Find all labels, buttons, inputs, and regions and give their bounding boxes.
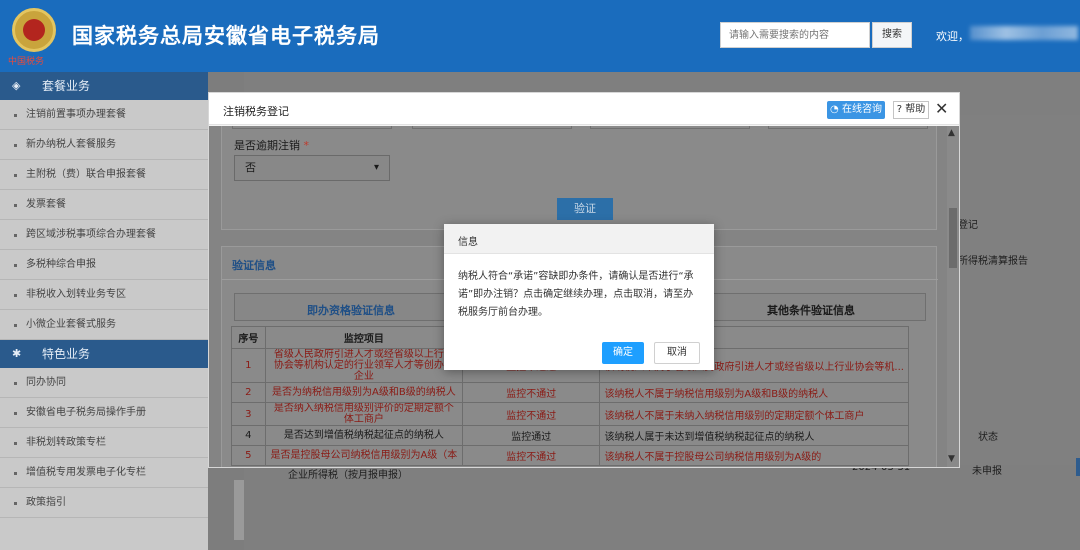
sidebar: ◈ 套餐业务注销前置事项办理套餐 新办纳税人套餐服务 主附税（费）联合申报套餐 发票套餐… bbox=[0, 72, 208, 550]
sidebar-item[interactable]: 非税收入划转业务专区 bbox=[0, 280, 208, 310]
row-result: 监控通过 bbox=[462, 425, 601, 446]
row-result: 监控不通过 bbox=[462, 402, 601, 426]
dialog-title: 注销税务登记 bbox=[223, 105, 289, 118]
dialog-header: 注销税务登记 ◔ 在线咨询 ? 帮助 ✕ bbox=[209, 93, 959, 125]
help-button[interactable]: ? 帮助 bbox=[893, 101, 929, 119]
package-icon: ◈ bbox=[12, 79, 21, 92]
row-item: 是否是控股母公司纳税信用级别为A级（本 bbox=[264, 445, 464, 466]
background-panel bbox=[958, 115, 1080, 465]
row-result: 监控不通过 bbox=[462, 445, 601, 466]
sidebar-scrollbar[interactable] bbox=[234, 480, 244, 540]
row-desc: 该纳税人属于未达到增值税纳税起征点的纳税人 bbox=[599, 425, 909, 446]
modal-title: 信息 bbox=[458, 237, 478, 248]
cancel-button[interactable]: 取消 bbox=[654, 342, 700, 364]
table-row: 3 是否纳入纳税信用级别评价的定期定额个体工商户 监控不通过 该纳税人不属于未纳入纳税… bbox=[231, 402, 909, 426]
bg-status-header: 状态 bbox=[978, 432, 998, 443]
consult-label: 在线咨询 bbox=[841, 104, 882, 115]
sidebar-category-0[interactable]: ◈ 套餐业务 bbox=[0, 72, 208, 100]
table-row: 2 是否为纳税信用级别为A级和B级的纳税人 监控不通过 该纳税人不属于纳税信用级别为A… bbox=[231, 382, 909, 403]
row-item: 省级人民政府引进人才或经省级以上行业协会等机构认定的行业领军人才等创办的企业 bbox=[264, 348, 464, 383]
sidebar-item[interactable]: 增值税专用发票电子化专栏 bbox=[0, 458, 208, 488]
row-index: 2 bbox=[231, 382, 266, 403]
ghost-input-3[interactable] bbox=[590, 126, 750, 129]
chevron-down-icon: ▾ bbox=[373, 162, 379, 173]
confirm-button[interactable]: 确定 bbox=[602, 342, 644, 364]
welcome-text: 欢迎， bbox=[936, 30, 969, 43]
info-modal: 信息 纳税人符合“承诺”容缺即办条件，请确认是否进行“承诺”即办注销？点击确定继… bbox=[444, 224, 714, 370]
row-desc: 该纳税人不属于未纳入纳税信用级别的定期定额个体工商户 bbox=[599, 402, 909, 426]
row-index: 5 bbox=[231, 445, 266, 466]
row-item: 是否达到增值税纳税起征点的纳税人 bbox=[264, 425, 464, 446]
search-button[interactable]: 搜索 bbox=[872, 22, 912, 48]
bg-settle-label: 所得税清算报告 bbox=[958, 256, 1028, 267]
verify-button[interactable]: 验证 bbox=[557, 198, 613, 220]
ghost-input-2[interactable] bbox=[412, 126, 572, 129]
result-title: 验证信息 bbox=[232, 259, 276, 272]
sidebar-item[interactable]: 主附税（费）联合申报套餐 bbox=[0, 160, 208, 190]
sidebar-category-1[interactable]: ✱ 特色业务 bbox=[0, 340, 208, 368]
row-index: 1 bbox=[231, 348, 266, 383]
row-desc: 该纳税人不属于控股母公司纳税信用级别为A级的 bbox=[599, 445, 909, 466]
row-desc: 该纳税人不属于纳税信用级别为A级和B级的纳税人 bbox=[599, 382, 909, 403]
sidebar-item[interactable]: 发票套餐 bbox=[0, 190, 208, 220]
emblem-caption: 中国税务 bbox=[8, 57, 45, 67]
modal-header: 信息 bbox=[444, 224, 714, 254]
headset-icon: ◔ bbox=[830, 104, 842, 115]
sidebar-item[interactable]: 同办协同 bbox=[0, 368, 208, 398]
table-row: 5 是否是控股母公司纳税信用级别为A级（本 监控不通过 该纳税人不属于控股母公司纳税信… bbox=[231, 445, 909, 466]
required-mark: * bbox=[303, 139, 310, 152]
online-consult-button[interactable]: ◔ 在线咨询 bbox=[827, 101, 885, 119]
sidebar-item[interactable]: 政策指引 bbox=[0, 488, 208, 518]
modal-message: 纳税人符合“承诺”容缺即办条件，请确认是否进行“承诺”即办注销？点击确定继续办理… bbox=[458, 271, 694, 318]
other-header[interactable]: 其他条件验证信息 bbox=[767, 302, 855, 318]
bg-action-button[interactable] bbox=[1076, 458, 1080, 476]
sidebar-item[interactable]: 小微企业套餐式服务 bbox=[0, 310, 208, 340]
sidebar-item[interactable]: 安徽省电子税务局操作手册 bbox=[0, 398, 208, 428]
top-header: 中国税务 国家税务总局安徽省电子税务局 搜索 欢迎， bbox=[0, 0, 1080, 72]
overdue-label: 是否逾期注销 * bbox=[234, 139, 310, 152]
username-redacted bbox=[970, 26, 1078, 40]
close-icon[interactable]: ✕ bbox=[935, 99, 948, 119]
overdue-value: 否 bbox=[245, 161, 256, 174]
row-index: 4 bbox=[231, 425, 266, 446]
tax-emblem-icon bbox=[12, 8, 56, 52]
scroll-thumb[interactable] bbox=[949, 208, 957, 268]
sidebar-item[interactable]: 注销前置事项办理套餐 bbox=[0, 100, 208, 130]
bg-row-name: 企业所得税（按月报申报） bbox=[288, 470, 408, 481]
sidebar-item[interactable]: 跨区域涉税事项综合办理套餐 bbox=[0, 220, 208, 250]
ghost-input-1[interactable] bbox=[232, 126, 392, 129]
sidebar-item[interactable]: 多税种综合申报 bbox=[0, 250, 208, 280]
row-item: 是否纳入纳税信用级别评价的定期定额个体工商户 bbox=[264, 402, 464, 426]
ghost-input-4[interactable] bbox=[768, 126, 928, 129]
table-row: 4 是否达到增值税纳税起征点的纳税人 监控通过 该纳税人属于未达到增值税纳税起征点的纳… bbox=[231, 425, 909, 446]
form-card: 是否逾期注销 * 否 ▾ 验证 bbox=[221, 126, 937, 230]
search-input[interactable] bbox=[720, 22, 870, 48]
feature-icon: ✱ bbox=[12, 347, 22, 360]
scroll-down-icon[interactable]: ▼ bbox=[948, 454, 955, 464]
overdue-select[interactable]: 否 ▾ bbox=[234, 155, 390, 181]
help-label: 帮助 bbox=[905, 104, 926, 115]
scroll-up-icon[interactable]: ▲ bbox=[948, 128, 955, 138]
sidebar-category-label: 特色业务 bbox=[42, 347, 91, 361]
col-item: 监控项目 bbox=[264, 326, 464, 349]
site-title: 国家税务总局安徽省电子税务局 bbox=[72, 24, 380, 48]
sidebar-item[interactable]: 非税划转政策专栏 bbox=[0, 428, 208, 458]
row-item: 是否为纳税信用级别为A级和B级的纳税人 bbox=[264, 382, 464, 403]
dialog-scrollbar[interactable]: ▲ ▼ bbox=[947, 126, 959, 467]
question-icon: ? bbox=[896, 104, 906, 115]
sidebar-item[interactable]: 新办纳税人套餐服务 bbox=[0, 130, 208, 160]
bg-row-status: 未申报 bbox=[972, 466, 1002, 477]
row-result: 监控不通过 bbox=[462, 382, 601, 403]
bg-register-label: 登记 bbox=[958, 220, 978, 231]
col-index: 序号 bbox=[231, 326, 266, 349]
sidebar-category-label: 套餐业务 bbox=[42, 79, 91, 93]
immediate-header[interactable]: 即办资格验证信息 bbox=[307, 302, 395, 318]
row-index: 3 bbox=[231, 402, 266, 426]
